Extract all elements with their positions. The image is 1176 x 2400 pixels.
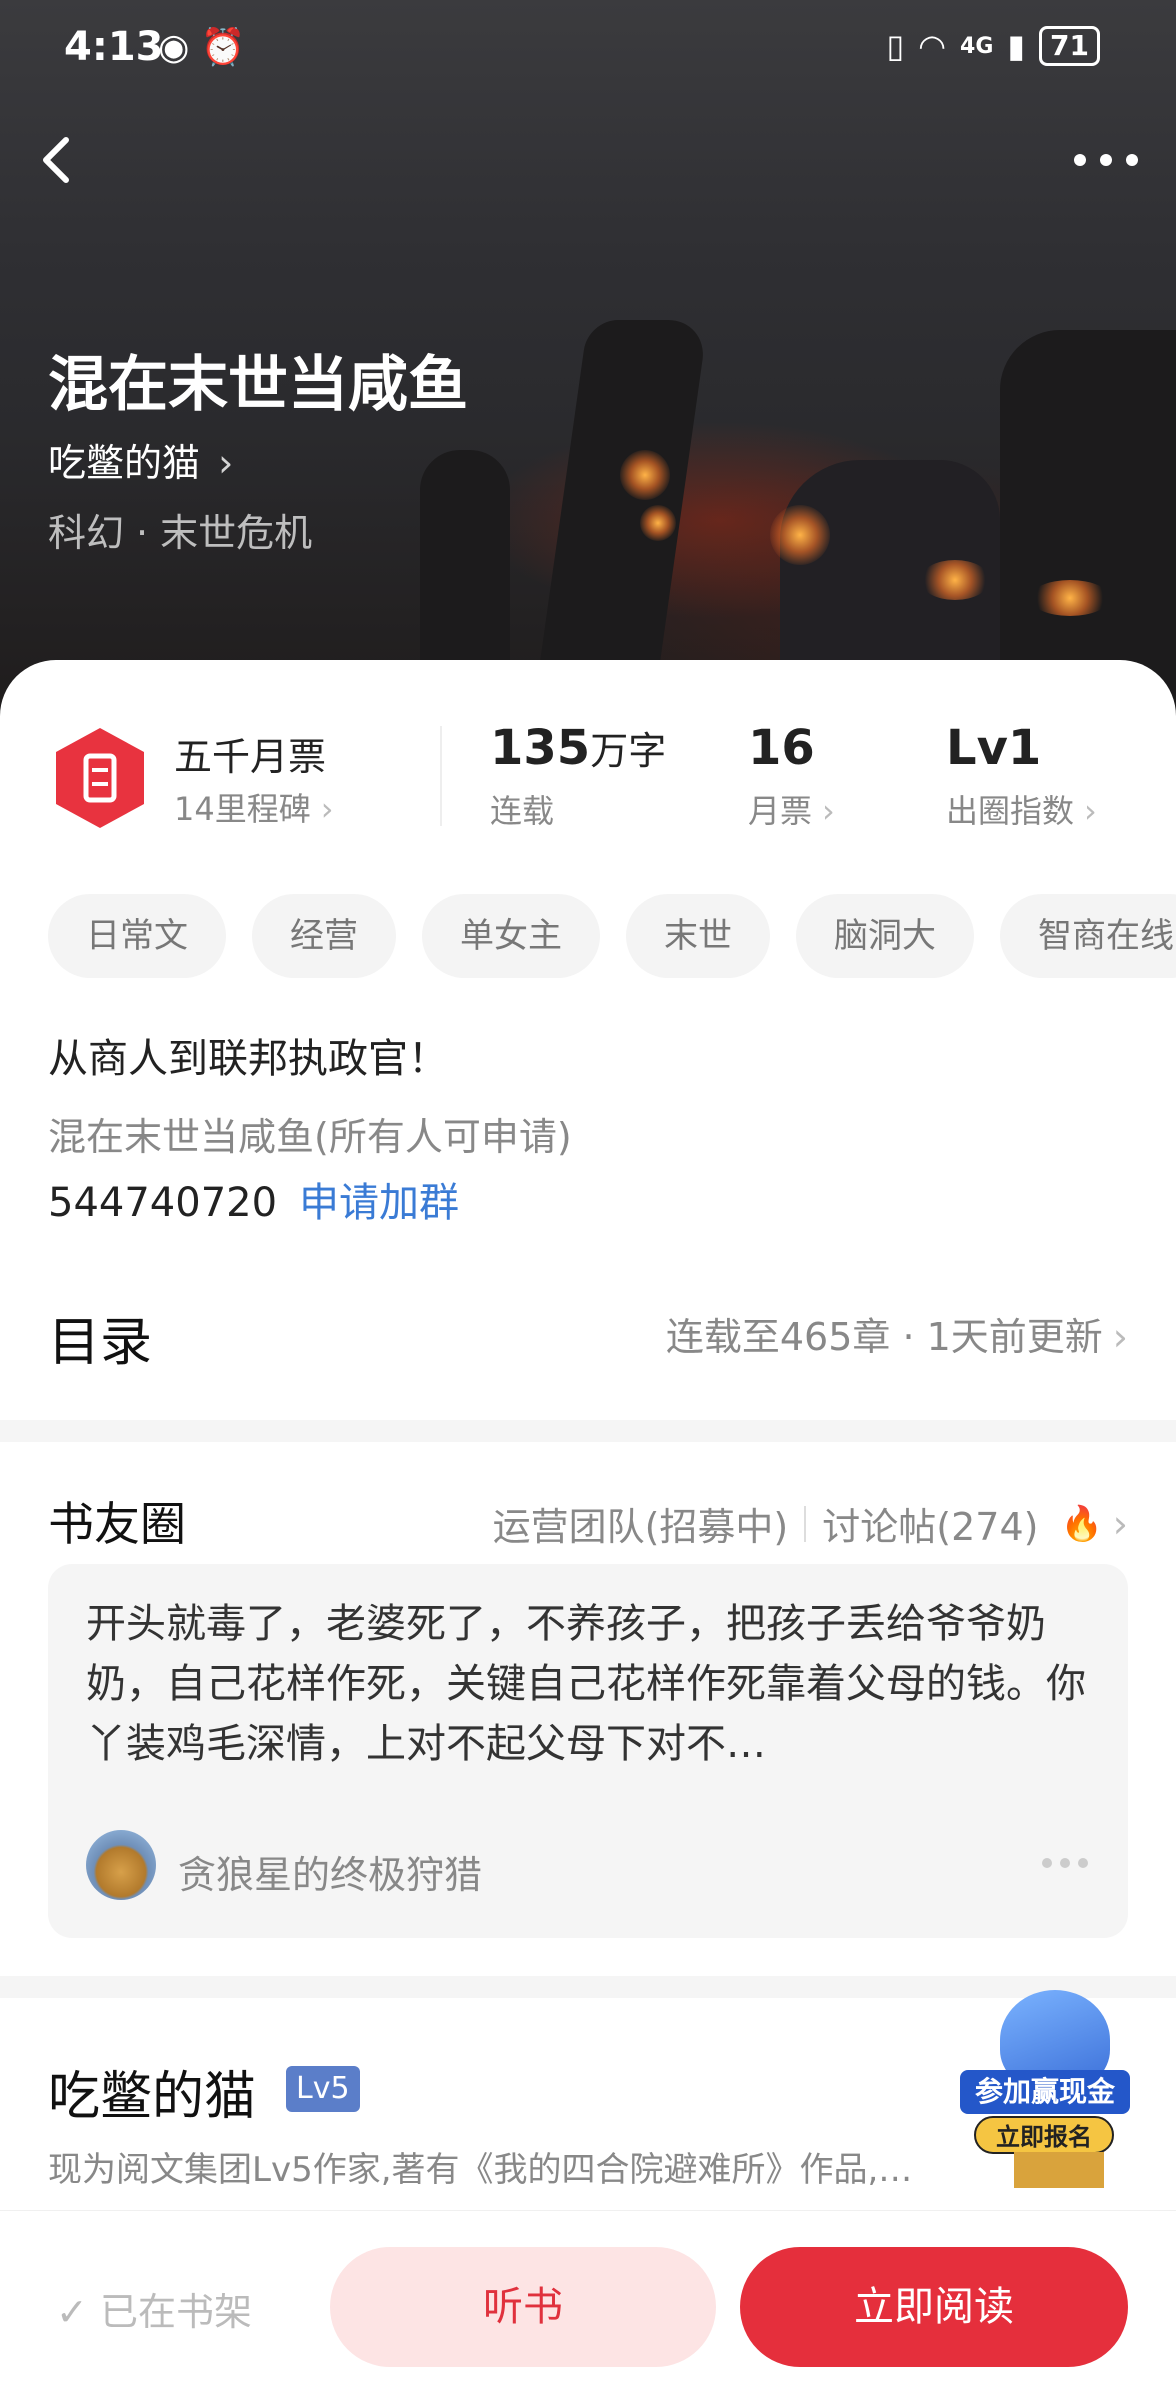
avatar[interactable] [86,1830,156,1900]
tag-chip[interactable]: 末世 [626,894,770,978]
carousel-dots [1042,1858,1088,1868]
stat-divider [440,726,442,826]
lava-glow [1030,580,1110,616]
network-label: 4G [960,33,994,59]
tag-chip[interactable]: 日常文 [48,894,226,978]
post-username[interactable]: 贪狼星的终极狩猎 [178,1844,482,1899]
chevron-right-icon: › [822,792,835,830]
ticket-milestone[interactable]: 14里程碑 › [174,784,334,830]
tag-chip[interactable]: 经营 [252,894,396,978]
book-title: 混在末世当咸鱼 [48,350,468,420]
group-row: 544740720 申请加群 [48,1170,459,1228]
group-name: 混在末世当咸鱼(所有人可申请) [48,1115,572,1159]
read-now-button[interactable]: 立即阅读 [740,2247,1128,2367]
tag-chip[interactable]: 智商在线 [1000,894,1176,978]
monthly-tickets-stat[interactable]: 16 月票 › [748,720,835,832]
genre-secondary: 末世危机 [160,511,313,555]
chevron-right-icon: › [1112,1315,1128,1359]
author-level-badge: Lv5 [286,2066,360,2112]
tag-list: 日常文 经营 单女主 末世 脑洞大 智商在线 [48,894,1176,978]
status-right: ▯ ◠ 4G ▮ 71 [887,26,1100,66]
monthly-ticket-badge-icon[interactable] [52,726,148,830]
lava-glow [620,450,670,500]
chevron-left-icon [43,137,69,183]
section-separator [0,1420,1176,1442]
promo-box-icon [1014,2152,1104,2188]
bottom-action-bar: ✓ 已在书架 听书 立即阅读 [0,2210,1176,2400]
reader-circle-label: 书友圈 [48,1497,186,1551]
status-time: 4:13 [64,24,164,70]
tag-chip[interactable]: 脑洞大 [796,894,974,978]
chevron-right-icon[interactable]: › [1113,1502,1128,1546]
circle-links: 运营团队(招募中) 讨论帖(274) 🔥 › [493,1496,1128,1551]
ops-team-link[interactable]: 运营团队(招募中) [493,1496,789,1551]
book-detail-card: 五千月票 14里程碑 › 135万字 连载 16 月票 › Lv1 出圈指数 › 日常… [0,660,1176,2400]
index-value: Lv1 [946,720,1042,776]
word-count-value: 135万字 [490,720,666,776]
lava-glow [770,505,830,565]
word-count-stat: 135万字 连载 [490,720,666,832]
signal-icon: ▮ [1007,27,1026,65]
toc-label[interactable]: 目录 [48,1300,152,1375]
index-label-row: 出圈指数 › [946,786,1097,832]
author-bio: 现为阅文集团Lv5作家,著有《我的四合院避难所》作品,… [48,2150,913,2190]
genre-primary: 科幻 [48,511,125,555]
lava-glow [640,505,676,541]
back-button[interactable] [30,130,90,190]
group-number: 544740720 [48,1180,278,1226]
author-name: 吃鳖的猫 [48,441,201,485]
more-button[interactable] [1066,140,1146,180]
bookshelf-label: 已在书架 [99,2290,252,2334]
chevron-right-icon: › [1084,792,1097,830]
bookshelf-status[interactable]: ✓ 已在书架 [56,2281,252,2336]
genre-line: 科幻 · 末世危机 [48,502,312,557]
monthly-tickets-label-row: 月票 › [748,786,835,832]
index-stat[interactable]: Lv1 出圈指数 › [946,720,1097,832]
tag-chip[interactable]: 单女主 [422,894,600,978]
battery-icon: 71 [1039,26,1100,66]
word-count-label: 连载 [490,792,555,830]
post-text: 开头就毒了，老婆死了，不养孩子，把孩子丢给爷爷奶奶，自己花样作死，关键自己花样作… [86,1601,1086,1767]
toc-info-text: 连载至465章 · 1天前更新 [665,1315,1103,1359]
word-count-number: 135 [490,720,591,776]
more-dots-icon [1074,154,1138,166]
author-section-name[interactable]: 吃鳖的猫 [48,2054,256,2129]
chevron-right-icon: › [320,790,334,828]
toc-info[interactable]: 连载至465章 · 1天前更新 › [666,1306,1128,1361]
vibrate-icon: ▯ [886,27,905,65]
chevron-right-icon: › [218,441,234,485]
join-group-link[interactable]: 申请加群 [299,1180,459,1226]
ticket-sub-text: 14里程碑 [174,790,311,828]
discussions-link[interactable]: 讨论帖(274) [822,1496,1038,1551]
book-cover-hero: 4:13 ◉ ⏰ ▯ ◠ 4G ▮ 71 混在末世当咸鱼 吃鳖的猫 › 科幻 · 末… [0,0,1176,720]
promo-title: 参加赢现金 [960,2070,1130,2114]
divider [804,1505,807,1542]
wifi-icon: ◠ [918,27,947,65]
listen-button[interactable]: 听书 [330,2247,716,2367]
lava-glow [920,560,990,600]
monthly-tickets-label: 月票 [748,792,813,830]
ticket-title[interactable]: 五千月票 [174,726,326,781]
index-label: 出圈指数 [946,792,1075,830]
fire-icon: 🔥 [1060,1503,1103,1544]
dot-separator: · [136,511,149,555]
word-count-unit: 万字 [590,729,667,773]
book-description: 从商人到联邦执政官！ [48,1036,448,1082]
promo-banner[interactable]: 参加赢现金 立即报名 [960,1990,1130,2190]
check-icon: ✓ [56,2290,88,2334]
monthly-tickets-value: 16 [748,720,815,776]
author-link[interactable]: 吃鳖的猫 › [48,432,233,487]
featured-post[interactable]: 开头就毒了，老婆死了，不养孩子，把孩子丢给爷爷奶奶，自己花样作死，关键自己花样作… [48,1564,1128,1938]
promo-button: 立即报名 [974,2116,1114,2154]
eye-alarm-icon: ◉ ⏰ [158,27,246,68]
status-bar: 4:13 ◉ ⏰ ▯ ◠ 4G ▮ 71 [0,0,1176,100]
